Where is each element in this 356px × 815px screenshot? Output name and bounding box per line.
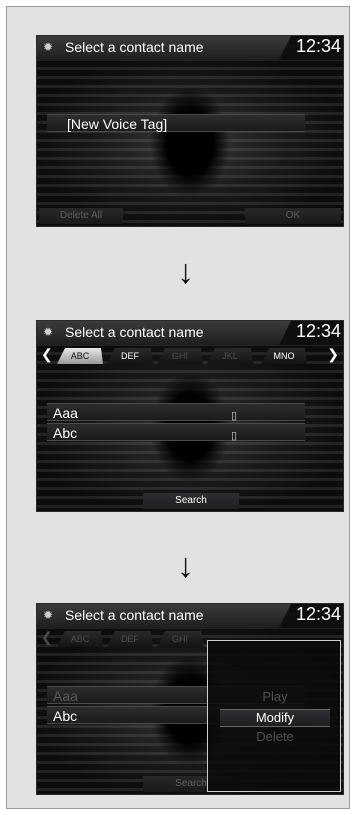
title-bar: ✹ Select a contact name 12:34 [37,321,343,345]
chevron-left-icon[interactable]: ❮ [41,629,53,646]
list-item[interactable]: Abc ▯ [47,423,305,442]
screen-2: ✹ Select a contact name 12:34 ❮ ABC DEF … [36,320,344,512]
down-arrow-2: ↓ [177,547,194,585]
tab-def[interactable]: DEF [107,348,153,364]
tab-jkl[interactable]: JKL [207,348,253,364]
screen-1: ✹ Select a contact name 12:34 [New Voice… [36,35,344,227]
tab-ghi[interactable]: GHI [157,631,203,647]
title-bar: ✹ Select a contact name 12:34 [37,36,343,60]
tab-abc[interactable]: ABC [57,631,103,647]
clock: 12:34 [295,36,341,56]
list-item[interactable]: Aaa ▯ [47,403,305,422]
contact-name: Abc [53,708,78,724]
contact-name: Aaa [53,688,78,704]
contact-name: Aaa [53,405,78,421]
screen-3: ✹ Select a contact name 12:34 ❮ ABC DEF … [36,603,344,795]
tab-ghi[interactable]: GHI [157,348,203,364]
background-graphic [37,58,343,226]
page-frame: ✹ Select a contact name 12:34 [New Voice… [6,6,350,809]
contact-name: Abc [53,425,78,441]
gear-icon: ✹ [43,40,54,54]
search-button[interactable]: Search [143,493,239,509]
screen-title: Select a contact name [65,607,204,623]
options-popup: Play Modify Delete [207,640,341,792]
title-bar: ✹ Select a contact name 12:34 [37,604,343,628]
down-arrow-1: ↓ [177,253,194,291]
mobile-phone-icon: ▯ [230,430,237,442]
chevron-right-icon[interactable]: ❯ [327,346,339,363]
delete-option[interactable]: Delete [220,729,330,745]
clock: 12:34 [295,321,341,341]
chevron-left-icon[interactable]: ❮ [41,346,53,363]
tab-def[interactable]: DEF [107,631,153,647]
tab-abc[interactable]: ABC [57,348,103,364]
screen-title: Select a contact name [65,324,204,340]
gear-icon: ✹ [43,608,54,622]
clock: 12:34 [295,604,341,624]
list-item-new-voice-tag[interactable]: [New Voice Tag] [47,114,305,132]
ok-button[interactable]: OK [245,208,341,224]
alphabet-tabs: ❮ ABC DEF GHI JKL MNO ❯ [37,345,343,365]
screen-title: Select a contact name [65,39,204,55]
delete-all-button[interactable]: Delete All [39,208,123,224]
play-option[interactable]: Play [220,689,330,705]
gear-icon: ✹ [43,325,54,339]
modify-option[interactable]: Modify [220,709,330,727]
tab-mno[interactable]: MNO [261,348,307,364]
list-item-label: [New Voice Tag] [67,116,168,132]
